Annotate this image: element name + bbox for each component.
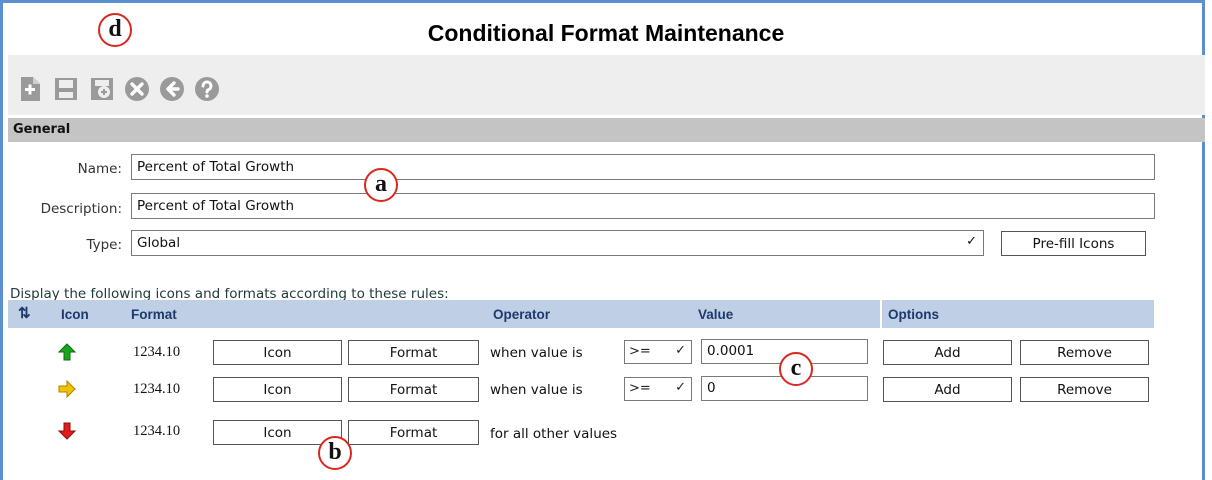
type-label: Type: [86, 237, 122, 253]
format-preview: 1234.10 [133, 423, 181, 439]
remove-button[interactable]: Remove [1020, 377, 1149, 402]
callout-c: c [779, 352, 813, 386]
callout-a: a [364, 168, 398, 202]
when-value-text: when value is [490, 345, 583, 361]
description-label: Description: [40, 201, 122, 217]
cancel-icon[interactable] [123, 75, 151, 103]
description-field[interactable]: Percent of Total Growth [131, 193, 1155, 219]
add-button[interactable]: Add [883, 377, 1012, 402]
type-select-value: Global [137, 235, 181, 251]
red-down-arrow-icon [57, 422, 77, 440]
operator-value: >= [629, 344, 651, 359]
icon-button[interactable]: Icon [213, 340, 342, 365]
help-icon[interactable] [193, 75, 221, 103]
green-up-arrow-icon [57, 343, 77, 361]
callout-b: b [318, 436, 352, 470]
chevron-down-icon: ✓ [675, 343, 686, 358]
general-section-header: General [8, 118, 1205, 142]
name-label: Name: [77, 161, 122, 177]
operator-select[interactable]: >= ✓ [624, 377, 692, 401]
operator-value: >= [629, 381, 651, 396]
operator-column-header: Operator [493, 307, 551, 322]
page-title: Conditional Format Maintenance [427, 20, 785, 46]
format-button[interactable]: Format [348, 340, 479, 365]
format-button[interactable]: Format [348, 420, 479, 445]
new-icon[interactable] [16, 75, 44, 103]
add-button[interactable]: Add [883, 340, 1012, 365]
format-preview: 1234.10 [133, 344, 181, 360]
column-divider [880, 300, 882, 328]
format-column-header: Format [131, 307, 177, 322]
remove-button[interactable]: Remove [1020, 340, 1149, 365]
options-column-header: Options [888, 307, 939, 322]
operator-select[interactable]: >= ✓ [624, 340, 692, 364]
save-icon[interactable] [52, 75, 80, 103]
prefill-icons-button[interactable]: Pre-fill Icons [1001, 231, 1146, 256]
value-column-header: Value [698, 307, 734, 322]
yellow-right-arrow-icon [58, 379, 76, 399]
type-select[interactable]: Global ✓ [131, 230, 984, 256]
icon-button[interactable]: Icon [213, 377, 342, 402]
other-values-text: for all other values [490, 426, 618, 442]
sort-icon[interactable]: ⇅ [18, 304, 31, 322]
chevron-down-icon: ✓ [675, 380, 686, 395]
save-as-icon[interactable] [88, 75, 116, 103]
callout-d: d [98, 13, 132, 47]
rules-grid-header: ⇅ Icon Format Operator Value Options [8, 300, 1154, 328]
name-field[interactable]: Percent of Total Growth [131, 154, 1155, 180]
toolbar [8, 55, 1205, 115]
icon-column-header: Icon [61, 307, 89, 322]
when-value-text: when value is [490, 382, 583, 398]
format-button[interactable]: Format [348, 377, 479, 402]
back-icon[interactable] [158, 75, 186, 103]
format-preview: 1234.10 [133, 381, 181, 397]
chevron-down-icon: ✓ [966, 234, 977, 249]
